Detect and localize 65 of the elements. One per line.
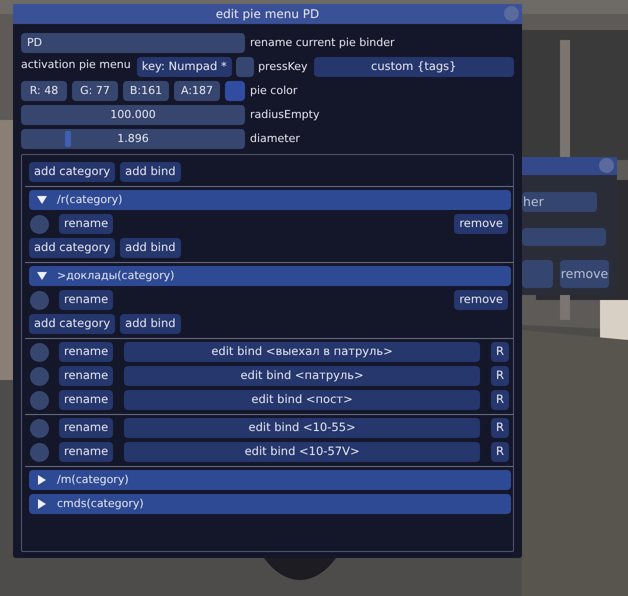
back-window-button[interactable]: her xyxy=(522,192,597,212)
checkbox-label: pressKey xyxy=(258,58,308,75)
color-channel-field[interactable]: G: 77 xyxy=(72,81,118,101)
edit-bind-button[interactable]: edit bind <10-57V> xyxy=(124,442,480,462)
color-channel-field[interactable]: A:187 xyxy=(174,81,220,101)
field-label: radiusEmpty xyxy=(250,106,320,123)
back-window-field[interactable] xyxy=(522,228,606,246)
radio-button[interactable] xyxy=(30,366,49,386)
rename-button[interactable]: rename xyxy=(59,390,114,410)
rename-button[interactable]: rename xyxy=(59,290,114,310)
edit-bind-button[interactable]: edit bind <10-55> xyxy=(124,418,480,438)
color-swatch[interactable] xyxy=(225,81,245,101)
color-channel-field[interactable]: B:161 xyxy=(123,81,169,101)
add-bind-button[interactable]: add bind xyxy=(120,314,181,334)
back-window-button[interactable] xyxy=(522,260,553,288)
collapse-icon[interactable] xyxy=(504,6,519,21)
caret-down-icon[interactable] xyxy=(37,271,47,281)
remove-button[interactable]: remove xyxy=(454,290,508,310)
category-header[interactable]: /r(category) xyxy=(29,190,511,210)
slider-value: 1.896 xyxy=(117,130,149,147)
category-header[interactable]: /m(category) xyxy=(29,470,511,490)
rename-button[interactable]: rename xyxy=(59,214,114,234)
field-label: activation pie menu xyxy=(21,57,131,73)
add-bind-button[interactable]: add bind xyxy=(120,238,181,258)
add-category-button[interactable]: add category xyxy=(29,314,116,334)
field-label: rename current pie binder xyxy=(250,34,395,51)
caret-right-icon[interactable] xyxy=(37,499,47,509)
add-category-button[interactable]: add category xyxy=(29,238,116,258)
radio-button[interactable] xyxy=(30,418,49,438)
edit-bind-button[interactable]: edit bind <патруль> xyxy=(124,366,480,386)
rename-button[interactable]: rename xyxy=(59,342,114,362)
name-field[interactable]: PD xyxy=(21,33,245,53)
remove-button[interactable]: remove xyxy=(560,260,609,288)
key-button[interactable]: key: Numpad * xyxy=(136,57,232,77)
field-label: pie color xyxy=(250,82,298,99)
edit-bind-button[interactable]: edit bind <выехал в патруль> xyxy=(124,342,480,362)
category-header[interactable]: cmds(category) xyxy=(29,494,511,514)
r-button[interactable]: R xyxy=(491,442,509,462)
r-button[interactable]: R xyxy=(491,390,509,410)
collapse-icon[interactable] xyxy=(599,158,614,173)
add-category-button[interactable]: add category xyxy=(29,162,116,182)
radio-button[interactable] xyxy=(30,342,49,362)
radio-button[interactable] xyxy=(30,442,49,462)
r-button[interactable]: R xyxy=(491,342,509,362)
radio-button[interactable] xyxy=(30,290,49,310)
rename-button[interactable]: rename xyxy=(59,366,114,386)
remove-button[interactable]: remove xyxy=(454,214,508,234)
r-button[interactable]: R xyxy=(491,366,509,386)
edit-bind-button[interactable]: edit bind <пост> xyxy=(124,390,480,410)
presskey-checkbox[interactable] xyxy=(236,57,254,77)
caret-right-icon[interactable] xyxy=(37,475,47,485)
slider-thumb[interactable] xyxy=(65,131,71,147)
radio-button[interactable] xyxy=(30,390,49,410)
field-label: diameter xyxy=(250,130,300,147)
radio-button[interactable] xyxy=(30,214,49,234)
window-title: edit pie menu PD xyxy=(216,7,320,21)
category-header[interactable]: >доклады(category) xyxy=(29,266,511,286)
r-button[interactable]: R xyxy=(491,418,509,438)
rename-button[interactable]: rename xyxy=(59,418,114,438)
caret-down-icon[interactable] xyxy=(37,195,47,205)
color-channel-field[interactable]: R: 48 xyxy=(21,81,67,101)
slider[interactable]: 1.896 xyxy=(21,129,245,149)
rename-button[interactable]: rename xyxy=(59,442,114,462)
custom-tags-button[interactable]: custom {tags} xyxy=(314,57,514,77)
add-bind-button[interactable]: add bind xyxy=(120,162,181,182)
